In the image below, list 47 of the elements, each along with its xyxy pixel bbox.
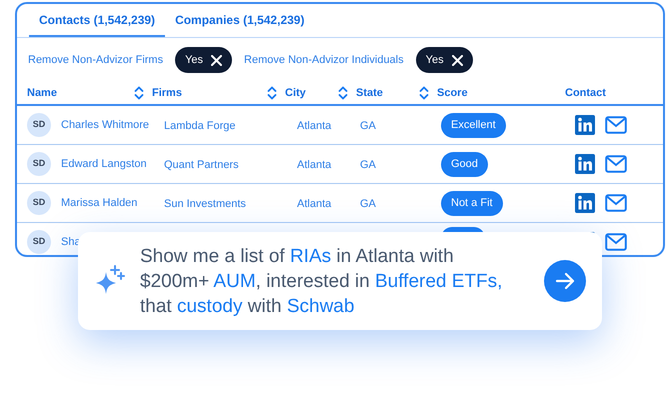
column-header: Contact (565, 86, 607, 101)
filter-label: Remove Non-Advizor Firms (28, 52, 164, 68)
linkedin-icon[interactable] (575, 115, 595, 135)
column-header[interactable]: City (285, 84, 356, 102)
column-header: Score (437, 86, 469, 101)
avatar: SD (27, 152, 51, 176)
score-pill: Excellent (441, 113, 506, 138)
filter-chip[interactable]: Yes (416, 47, 473, 73)
linkedin-icon[interactable] (575, 193, 595, 213)
score-pill: Good (441, 152, 488, 177)
avatar: SD (27, 113, 51, 137)
mail-icon[interactable] (605, 233, 627, 251)
city-text: Atlanta (297, 159, 332, 171)
column-header[interactable]: State (356, 84, 437, 102)
sort-icon[interactable] (134, 86, 144, 100)
state-text: GA (360, 120, 376, 132)
firm-name: Sun Investments (164, 198, 246, 210)
sort-icon[interactable] (267, 86, 277, 100)
contact-name[interactable]: Charles Whitmore (61, 116, 150, 134)
filter-chip[interactable]: Yes (175, 47, 232, 73)
sort-icon[interactable] (419, 86, 429, 100)
column-header[interactable]: Name (27, 84, 152, 102)
tab[interactable]: Companies (1,542,239) (165, 4, 314, 37)
tab[interactable]: Contacts (1,542,239) (29, 4, 166, 37)
city-text: Atlanta (297, 120, 332, 132)
contact-name[interactable]: Marissa Halden (61, 194, 138, 212)
sort-icon[interactable] (338, 86, 348, 100)
mail-icon[interactable] (605, 155, 627, 173)
city-text: Atlanta (297, 198, 332, 210)
firm-name: Quant Partners (164, 159, 239, 171)
contact-name[interactable]: Edward Langston (61, 156, 147, 172)
column-header[interactable]: Firms (152, 84, 285, 102)
arrow-right-icon (555, 272, 575, 290)
state-text: GA (360, 198, 376, 210)
avatar: SD (27, 191, 51, 215)
score-pill: Not a Fit (441, 191, 503, 216)
filter-label: Remove Non-Advizor Individuals (244, 52, 404, 68)
linkedin-icon[interactable] (575, 154, 595, 174)
send-button[interactable] (544, 260, 586, 302)
mail-icon[interactable] (605, 194, 627, 212)
mail-icon[interactable] (605, 116, 627, 134)
avatar: SD (27, 230, 51, 254)
close-icon[interactable] (211, 54, 222, 66)
prompt-text: Show me a list of RIAs in Atlanta with $200m+ AUM, interested in Buffered ETFs, that custody with Schwab (140, 244, 504, 318)
close-icon[interactable] (452, 54, 463, 66)
firm-name: Lambda Forge (164, 120, 236, 132)
state-text: GA (360, 159, 376, 171)
